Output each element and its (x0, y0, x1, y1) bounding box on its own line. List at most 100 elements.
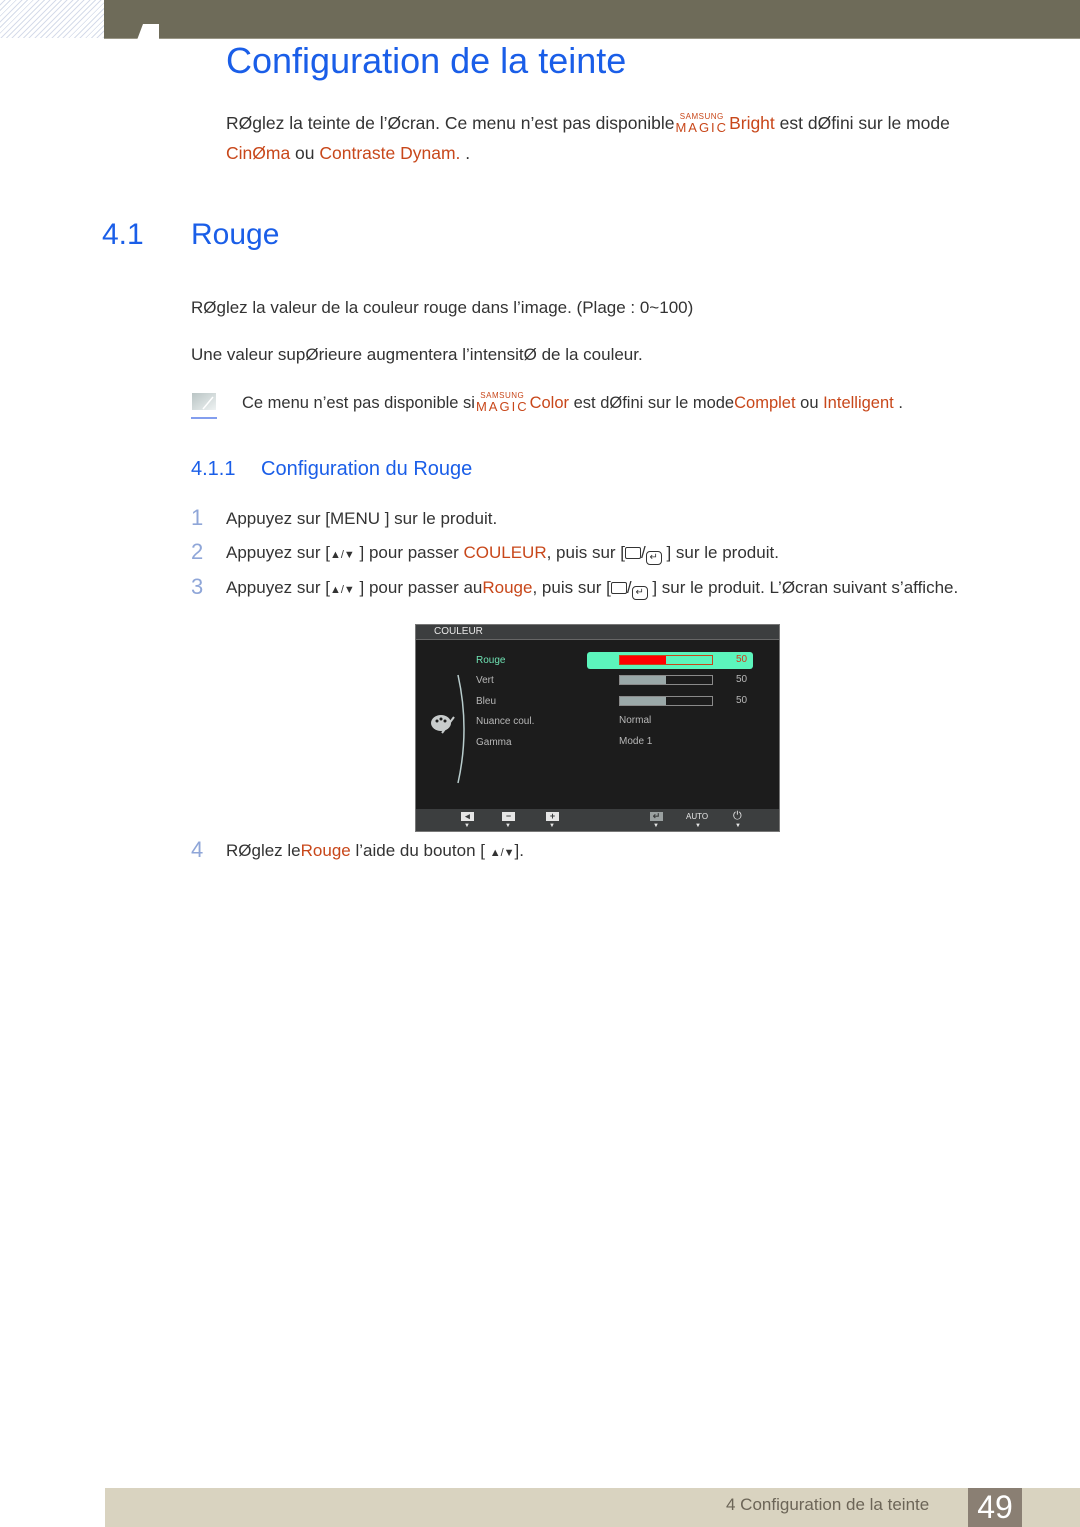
step-text-part: Appuyez sur [ (226, 578, 330, 597)
rouge-slider-fill (620, 656, 666, 664)
step-text-part: ] pour passer au (354, 578, 483, 597)
osd-item-vert[interactable]: Vert (476, 675, 494, 686)
footer-bar (105, 1488, 1080, 1527)
subsection-title: Configuration du Rouge (261, 458, 473, 480)
step-target: COULEUR (463, 543, 547, 562)
note-text-middle: est dØfini sur le mode (569, 394, 735, 412)
step-text-part: RØglez le (226, 841, 301, 860)
down-marker-icon: ▼ (549, 823, 555, 829)
mode-intelligent: Intelligent (823, 394, 894, 412)
note-text-before: Ce menu n’est pas disponible si (242, 394, 475, 412)
down-marker-icon: ▼ (695, 823, 701, 829)
intro-paragraph: RØglez la teinte de l’Øcran. Ce menu n’e… (226, 108, 1026, 168)
section-paragraph: RØglez la valeur de la couleur rouge dan… (191, 298, 694, 317)
enter-button-icon: ↵ (631, 586, 648, 600)
step-text-part: Appuyez sur [ (226, 509, 330, 528)
step-text: RØglez leRouge l’aide du bouton [ ▲/▼]. (226, 841, 524, 861)
note-text: Ce menu n’est pas disponible si SAMSUNG MA… (242, 392, 903, 414)
step-target: Rouge (300, 841, 351, 860)
source-button-icon (610, 582, 627, 594)
step-text: Appuyez sur [MENU ] sur le produit. (226, 509, 497, 529)
magic-product: Color (529, 394, 570, 412)
osd-item-nuance[interactable]: Nuance coul. (476, 716, 534, 727)
gamma-option: Mode 1 (619, 736, 653, 747)
step-text-part: ] sur le produit. L’Øcran suivant s’affi… (647, 578, 959, 597)
step-text-part: , puis sur [ (546, 543, 626, 562)
osd-item-gamma[interactable]: Gamma (476, 737, 512, 748)
conjunction: ou (290, 143, 320, 163)
note-end: . (893, 394, 903, 412)
rouge-value: 50 (736, 654, 748, 665)
up-down-arrows-icon: ▲/▼ (329, 549, 355, 561)
magic-bottom: MAGIC (475, 399, 529, 414)
section-paragraph: Une valeur supØrieure augmentera l’inten… (191, 345, 643, 364)
menu-key-label: MENU (329, 509, 381, 528)
bleu-slider-fill (620, 697, 666, 705)
bleu-value: 50 (736, 695, 748, 706)
osd-header: COULEUR (416, 625, 779, 640)
enter-icon[interactable]: ↵ (650, 812, 663, 821)
step-number: 1 (191, 505, 204, 530)
step-text: Appuyez sur [▲/▼ ] pour passer COULEUR, … (226, 543, 779, 565)
step-target: Rouge (482, 578, 533, 597)
down-marker-icon: ▼ (464, 823, 470, 829)
chapter-title: Configuration de la teinte (226, 40, 627, 81)
vert-value: 50 (736, 674, 748, 685)
osd-title: COULEUR (434, 626, 483, 637)
step-text: Appuyez sur [▲/▼ ] pour passer auRouge, … (226, 578, 959, 600)
rouge-slider[interactable] (619, 655, 713, 665)
header-bar (104, 0, 1080, 39)
page-number: 49 (968, 1488, 1022, 1527)
step-text-part: ]. (514, 841, 524, 860)
header-hatch-pattern (0, 0, 104, 38)
step-text-part: l’aide du bouton [ (350, 841, 490, 860)
palette-icon (431, 715, 455, 734)
plus-icon[interactable]: + (546, 812, 559, 821)
conjunction: ou (795, 394, 824, 412)
auto-button[interactable]: AUTO (686, 812, 708, 821)
chapter-tab-icon (137, 24, 159, 40)
enter-button-icon: ↵ (645, 551, 662, 565)
up-down-arrows-icon: ▲/▼ (489, 847, 515, 859)
vert-slider-fill (620, 676, 666, 684)
subsection-number: 4.1.1 (191, 458, 236, 480)
note-pencil-icon (191, 393, 217, 419)
osd-item-bleu[interactable]: Bleu (476, 696, 496, 707)
osd-menu-screenshot: COULEUR Rouge Vert Bleu Nuance coul. Gam… (415, 624, 780, 832)
osd-footer: ◂ ▼ − ▼ + ▼ ↵ ▼ AUTO ▼ ⏻ ▼ (416, 809, 779, 831)
step-number: 2 (191, 539, 204, 564)
intro-text: RØglez la teinte de l’Øcran. Ce menu n’e… (226, 113, 675, 133)
section-title: Rouge (191, 218, 280, 251)
step-number: 3 (191, 574, 204, 599)
samsung-magic-logo: SAMSUNG MAGIC (675, 113, 729, 135)
minus-icon[interactable]: − (502, 812, 515, 821)
source-button-icon (625, 547, 642, 559)
down-marker-icon: ▼ (505, 823, 511, 829)
down-marker-icon: ▼ (653, 823, 659, 829)
step-number: 4 (191, 837, 204, 862)
step-text-part: , puis sur [ (532, 578, 611, 597)
mode-cinema: CinØma (226, 143, 291, 163)
footer-chapter-label: 4 Configuration de la teinte (726, 1495, 930, 1514)
step-text-part: Appuyez sur [ (226, 543, 330, 562)
bleu-slider[interactable] (619, 696, 713, 706)
step-text-part: ] pour passer (354, 543, 464, 562)
section-number: 4.1 (102, 218, 144, 251)
osd-item-rouge[interactable]: Rouge (476, 655, 505, 666)
intro-text-middle: est dØfini sur le mode (774, 113, 950, 133)
up-down-arrows-icon: ▲/▼ (329, 584, 355, 596)
magic-product: Bright (729, 113, 775, 133)
mode-complet: Complet (734, 394, 796, 412)
power-icon[interactable]: ⏻ (733, 810, 742, 823)
nuance-option: Normal (619, 715, 652, 726)
samsung-magic-logo: SAMSUNG MAGIC (475, 392, 529, 414)
intro-end: . (460, 143, 471, 163)
osd-arc-decoration (457, 674, 465, 784)
down-marker-icon: ▼ (735, 823, 741, 829)
left-arrow-icon[interactable]: ◂ (461, 812, 474, 821)
magic-bottom: MAGIC (675, 120, 729, 135)
mode-contraste: Contraste Dynam. (319, 143, 461, 163)
step-text-part: ] sur le produit. (380, 509, 498, 528)
vert-slider[interactable] (619, 675, 713, 685)
step-text-part: ] sur le produit. (661, 543, 779, 562)
